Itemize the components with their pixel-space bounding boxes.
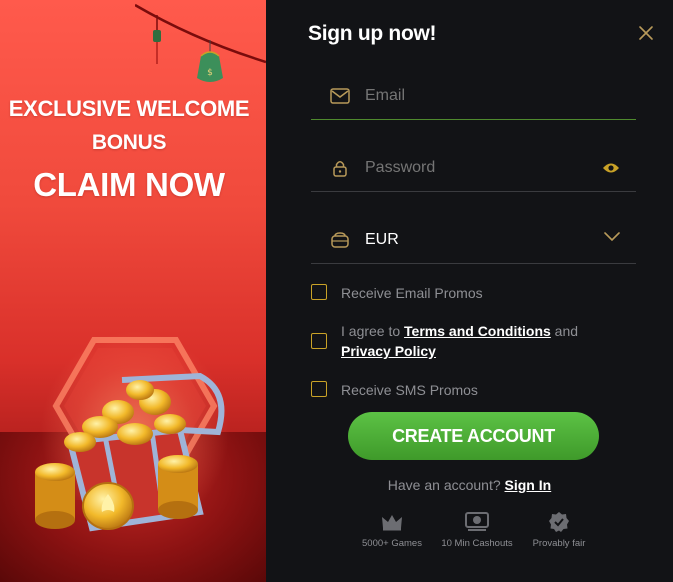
chevron-down-icon[interactable] [604, 232, 620, 242]
email-input[interactable] [365, 86, 636, 105]
eye-icon[interactable] [602, 162, 620, 174]
terms-link[interactable]: Terms and Conditions [404, 323, 551, 339]
terms-label: I agree to Terms and Conditions and Priv… [341, 321, 631, 361]
promo-banner[interactable]: $ EXCLUSIVE WELCOME BONUS CLAIM NOW [0, 0, 266, 582]
feature-provably-fair-label: Provably fair [532, 538, 586, 549]
cashout-icon [465, 512, 489, 531]
feature-cashouts-label: 10 Min Cashouts [441, 538, 513, 549]
password-input[interactable] [365, 158, 636, 177]
close-icon[interactable] [638, 25, 654, 41]
treasure-chest-coins-icon [35, 372, 225, 532]
terms-checkbox[interactable] [311, 333, 327, 349]
terms-and: and [550, 323, 579, 339]
lucky-bag-ornament-icon: $ [135, 3, 266, 82]
sms-promos-checkbox[interactable] [311, 381, 327, 397]
promo-headline-line1: EXCLUSIVE WELCOME [8, 96, 250, 121]
verified-badge-icon [549, 512, 569, 532]
svg-text:$: $ [207, 68, 213, 78]
lock-icon [329, 158, 351, 178]
sms-promos-label: Receive SMS Promos [341, 382, 478, 398]
have-account-text: Have an account? [387, 477, 505, 493]
feature-games-label: 5000+ Games [362, 538, 422, 549]
currency-value: EUR [365, 230, 399, 248]
email-field[interactable] [311, 72, 636, 120]
password-field[interactable] [311, 144, 636, 192]
promo-headline-line2: BONUS [91, 131, 167, 154]
privacy-policy-link[interactable]: Privacy Policy [341, 343, 436, 359]
have-account-row: Have an account? Sign In [266, 477, 673, 493]
create-account-button[interactable]: CREATE ACCOUNT [348, 412, 599, 460]
feature-games: 5000+ Games [347, 510, 437, 549]
signup-panel: Sign up now! Email EUR Receive Email Pro… [266, 0, 673, 582]
sign-in-link[interactable]: Sign In [505, 477, 552, 493]
sms-promos-row: Receive SMS Promos [311, 380, 478, 400]
feature-cashouts: 10 Min Cashouts [432, 510, 522, 549]
signup-title: Sign up now! [308, 22, 437, 45]
feature-provably-fair: Provably fair [514, 510, 604, 549]
wallet-icon [329, 230, 351, 250]
email-promos-row: Receive Email Promos [311, 283, 483, 303]
promo-claim-now[interactable]: CLAIM NOW [0, 166, 258, 204]
email-promos-checkbox[interactable] [311, 284, 327, 300]
crown-icon [382, 515, 402, 531]
currency-select[interactable]: EUR [311, 216, 636, 264]
envelope-icon [329, 86, 351, 106]
terms-row: I agree to Terms and Conditions and Priv… [311, 321, 631, 361]
email-promos-label: Receive Email Promos [341, 285, 483, 301]
terms-prefix: I agree to [341, 323, 405, 339]
